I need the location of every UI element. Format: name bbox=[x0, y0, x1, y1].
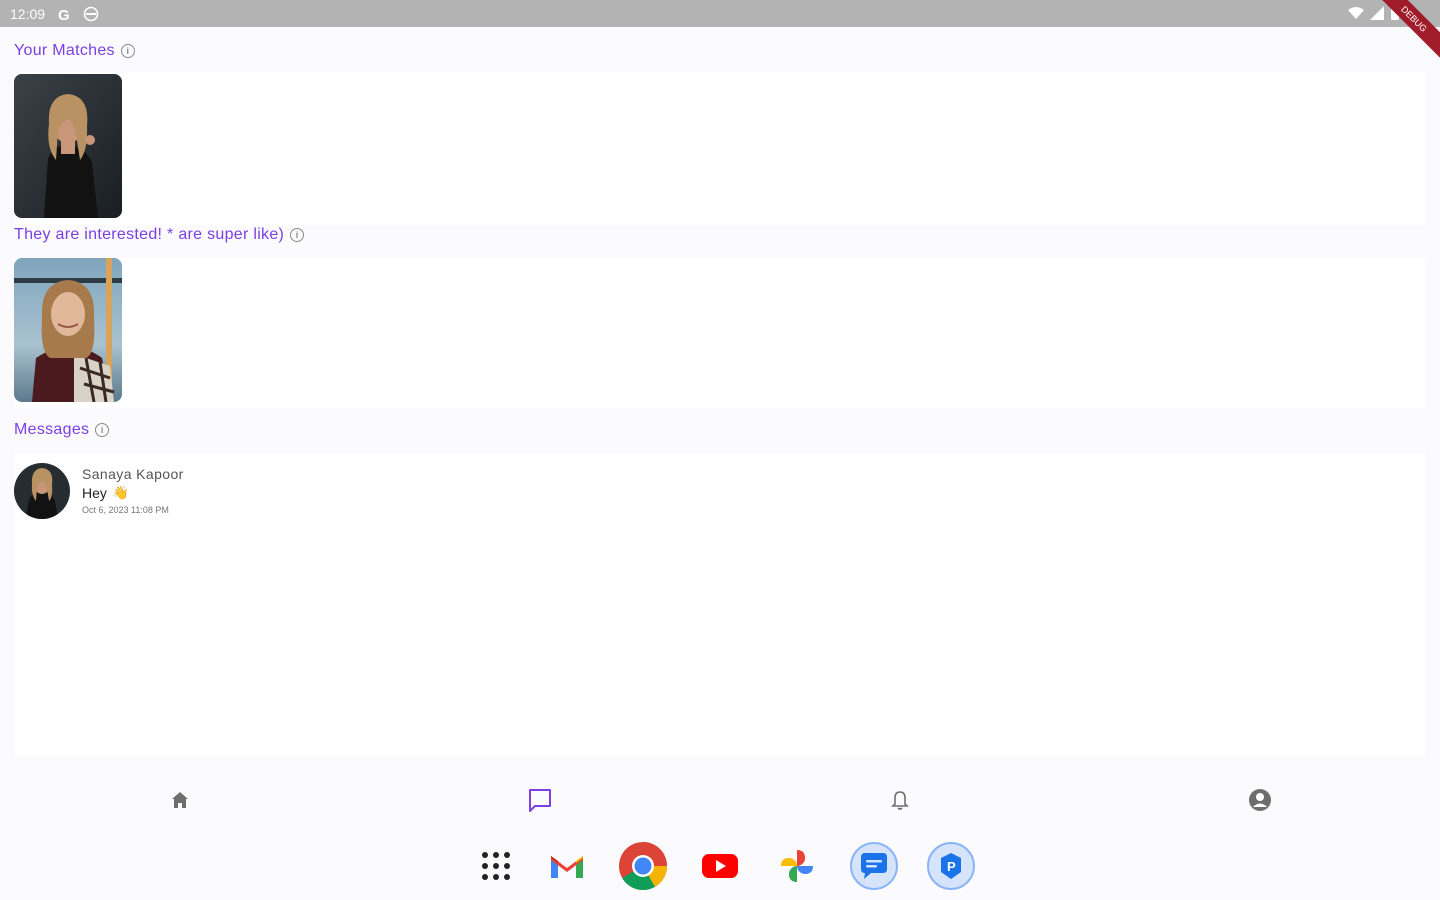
youtube-icon bbox=[702, 854, 738, 878]
info-icon[interactable]: i bbox=[95, 423, 110, 437]
signal-icon bbox=[1370, 5, 1384, 24]
nav-home[interactable] bbox=[167, 787, 193, 813]
matches-title: Your Matches bbox=[14, 42, 115, 59]
message-preview: Hey 👋 bbox=[82, 485, 184, 501]
svg-text:G: G bbox=[58, 7, 70, 22]
message-list-item[interactable]: Sanaya Kapoor Hey 👋 Oct 6, 2023 11:08 PM bbox=[14, 463, 414, 523]
account-icon bbox=[1249, 789, 1271, 811]
status-bar: 12:09 G DEBUG bbox=[0, 0, 1440, 68]
info-icon[interactable]: i bbox=[120, 44, 135, 58]
interested-title: They are interested! * are super like) bbox=[14, 226, 285, 243]
status-time: 12:09 bbox=[10, 5, 46, 22]
main-content: Your Matches i They are interested! * ar… bbox=[0, 27, 1440, 767]
youtube-app[interactable] bbox=[695, 841, 745, 891]
messages-icon bbox=[850, 842, 898, 890]
message-text-block: Sanaya Kapoor Hey 👋 Oct 6, 2023 11:08 PM bbox=[82, 463, 184, 515]
messages-panel: Sanaya Kapoor Hey 👋 Oct 6, 2023 11:08 PM bbox=[14, 453, 1426, 756]
match-photo[interactable] bbox=[14, 74, 122, 218]
chrome-app[interactable] bbox=[618, 841, 668, 891]
nav-chat[interactable] bbox=[527, 787, 553, 813]
app-drawer-icon bbox=[482, 852, 510, 880]
photos-app[interactable] bbox=[772, 841, 822, 891]
photos-icon bbox=[781, 850, 813, 882]
nav-notifications[interactable] bbox=[887, 787, 913, 813]
wave-emoji-icon: 👋 bbox=[112, 485, 130, 500]
bottom-navigation bbox=[0, 767, 1440, 833]
svg-text:P: P bbox=[947, 859, 956, 874]
avatar bbox=[14, 463, 70, 519]
message-timestamp: Oct 6, 2023 11:08 PM bbox=[82, 505, 169, 515]
message-sender-name: Sanaya Kapoor bbox=[82, 466, 184, 482]
interested-photo[interactable] bbox=[14, 258, 122, 402]
home-icon bbox=[172, 792, 188, 808]
gmail-icon bbox=[551, 856, 583, 878]
message-preview-text: Hey bbox=[82, 485, 107, 501]
matches-section-title: Your Matches i bbox=[14, 42, 135, 60]
info-icon[interactable]: i bbox=[290, 228, 305, 242]
interested-section-title: They are interested! * are super like) i bbox=[14, 226, 305, 244]
nav-profile[interactable] bbox=[1247, 787, 1273, 813]
interested-panel bbox=[14, 258, 1426, 408]
app-dock: P bbox=[0, 833, 1440, 900]
chrome-icon bbox=[619, 842, 667, 891]
messages-title: Messages bbox=[14, 421, 90, 438]
files-app[interactable]: P bbox=[926, 841, 976, 891]
bell-icon bbox=[891, 791, 909, 810]
messages-app[interactable] bbox=[849, 841, 899, 891]
app-drawer-button[interactable] bbox=[471, 841, 521, 891]
messages-section-title: Messages i bbox=[14, 421, 110, 439]
gmail-app[interactable] bbox=[542, 841, 592, 891]
sync-icon bbox=[83, 6, 99, 22]
chat-icon bbox=[529, 789, 551, 812]
matches-panel bbox=[14, 72, 1426, 225]
wifi-icon bbox=[1348, 5, 1364, 24]
google-icon: G bbox=[57, 6, 73, 22]
files-icon: P bbox=[927, 842, 975, 890]
